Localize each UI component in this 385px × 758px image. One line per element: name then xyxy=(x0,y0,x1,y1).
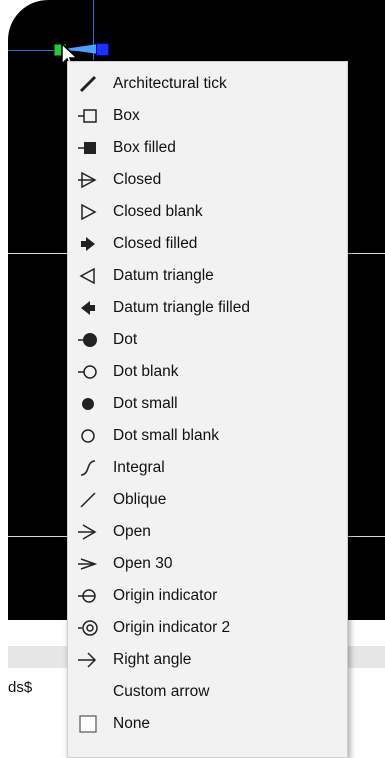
closed-blank-arrow-icon xyxy=(81,203,97,221)
menu-item-none[interactable]: None xyxy=(68,708,347,740)
box-filled-icon xyxy=(78,142,96,154)
menu-item-label: Right angle xyxy=(113,651,192,668)
menu-item-closed[interactable]: Closed xyxy=(68,164,347,196)
closed-filled-arrow-icon xyxy=(81,237,95,251)
menu-item-dot-blank[interactable]: Dot blank xyxy=(68,356,347,388)
menu-item-box[interactable]: Box xyxy=(68,100,347,132)
datum-triangle-icon xyxy=(79,267,95,285)
menu-item-label: Dot small xyxy=(113,395,178,412)
menu-item-dot-small-blank[interactable]: Dot small blank xyxy=(68,420,347,452)
top-right-partial-glyph xyxy=(352,0,372,16)
menu-item-oblique[interactable]: Oblique xyxy=(68,484,347,516)
menu-item-datum-triangle[interactable]: Datum triangle xyxy=(68,260,347,292)
oblique-icon xyxy=(80,492,96,508)
open-arrow-icon xyxy=(78,524,97,540)
origin-indicator-icon xyxy=(78,589,96,603)
menu-item-label: Architectural tick xyxy=(113,75,227,92)
arrowhead-context-menu: Architectural tick Box Box filled Closed… xyxy=(67,61,348,758)
dot-small-icon xyxy=(82,398,94,410)
box-icon xyxy=(78,109,97,123)
menu-item-dot[interactable]: Dot xyxy=(68,324,347,356)
menu-item-origin-indicator[interactable]: Origin indicator xyxy=(68,580,347,612)
closed-arrow-icon xyxy=(78,171,97,189)
menu-item-label: Oblique xyxy=(113,491,167,508)
menu-item-open[interactable]: Open xyxy=(68,516,347,548)
grip-end-handle[interactable] xyxy=(96,43,109,56)
menu-item-label: Origin indicator 2 xyxy=(113,619,231,636)
right-angle-arrow-icon xyxy=(78,652,97,668)
menu-item-label: Open 30 xyxy=(113,555,173,572)
menu-item-label: Datum triangle filled xyxy=(113,299,250,316)
menu-item-closed-filled[interactable]: Closed filled xyxy=(68,228,347,260)
menu-item-origin-indicator-2[interactable]: Origin indicator 2 xyxy=(68,612,347,644)
integral-icon xyxy=(80,460,96,476)
menu-item-label: None xyxy=(113,715,151,732)
menu-item-box-filled[interactable]: Box filled xyxy=(68,132,347,164)
dot-blank-icon xyxy=(78,365,97,379)
command-line-text: ds$ xyxy=(8,679,33,696)
menu-item-right-angle[interactable]: Right angle xyxy=(68,644,347,676)
menu-item-dot-small[interactable]: Dot small xyxy=(68,388,347,420)
menu-item-label: Dot xyxy=(113,331,138,348)
menu-item-label: Custom arrow xyxy=(113,683,210,700)
menu-item-label: Closed blank xyxy=(113,203,203,220)
menu-item-label: Closed xyxy=(113,171,162,188)
menu-item-integral[interactable]: Integral xyxy=(68,452,347,484)
menu-item-label: Box xyxy=(113,107,140,124)
dot-small-blank-icon xyxy=(81,429,95,443)
menu-item-label: Closed filled xyxy=(113,235,198,252)
menu-item-label: Integral xyxy=(113,459,165,476)
menu-item-label: Origin indicator xyxy=(113,587,218,604)
menu-item-label: Datum triangle xyxy=(113,267,214,284)
menu-item-closed-blank[interactable]: Closed blank xyxy=(68,196,347,228)
origin-indicator-2-icon xyxy=(78,620,98,636)
menu-item-datum-triangle-filled[interactable]: Datum triangle filled xyxy=(68,292,347,324)
menu-item-open-30[interactable]: Open 30 xyxy=(68,548,347,580)
menu-item-custom-arrow[interactable]: Custom arrow xyxy=(68,676,347,708)
open-30-arrow-icon xyxy=(78,558,98,570)
menu-item-label: Dot small blank xyxy=(113,427,219,444)
architectural-tick-icon xyxy=(79,75,97,93)
menu-item-architectural-tick[interactable]: Architectural tick xyxy=(68,68,347,100)
menu-item-label: Box filled xyxy=(113,139,176,156)
menu-item-label: Open xyxy=(113,523,151,540)
dot-icon xyxy=(78,333,97,347)
datum-triangle-filled-icon xyxy=(81,301,95,315)
none-checkbox-icon xyxy=(79,715,97,733)
menu-item-label: Dot blank xyxy=(113,363,179,380)
